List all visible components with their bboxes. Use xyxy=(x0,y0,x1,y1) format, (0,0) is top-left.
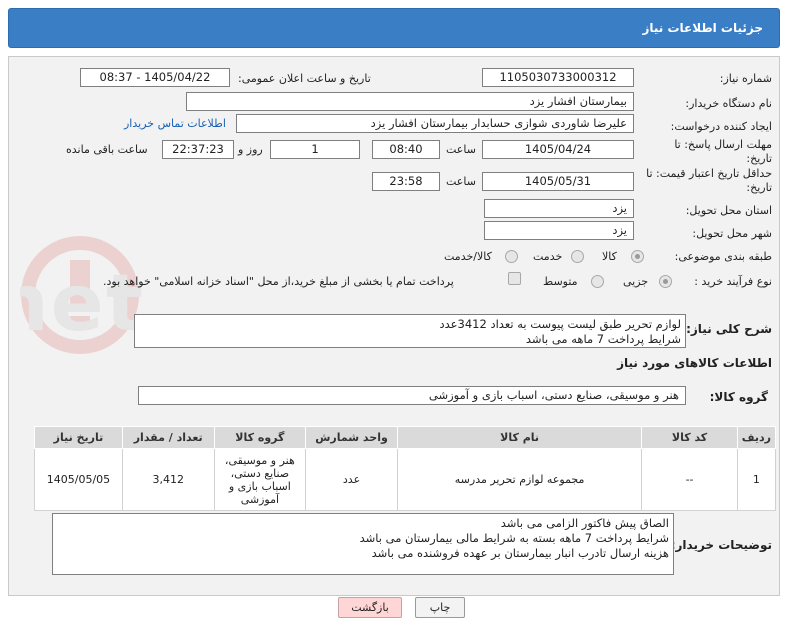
price-validity-date-value: 1405/05/31 xyxy=(482,172,634,191)
col-header-unit: واحد شمارش xyxy=(305,426,398,449)
announce-datetime-label: تاریخ و ساعت اعلان عمومی: xyxy=(238,72,371,85)
buyer-contact-link[interactable]: اطلاعات تماس خریدار xyxy=(124,117,226,130)
remaining-time-value: 22:37:23 xyxy=(162,140,234,159)
need-number-label: شماره نیاز: xyxy=(719,72,772,85)
summary-label: شرح کلی نیاز: xyxy=(686,322,772,336)
col-header-row-num: ردیف xyxy=(736,426,777,449)
items-table: ردیف کد کالا نام کالا واحد شمارش گروه کا… xyxy=(34,426,777,511)
category-radio-service[interactable] xyxy=(571,250,584,263)
deadline-label: مهلت ارسال پاسخ: تا تاریخ: xyxy=(674,138,772,165)
days-value: 1 xyxy=(270,140,360,159)
back-button[interactable]: بازگشت xyxy=(338,597,402,618)
buyer-notes-textarea[interactable]: الصاق پیش فاکتور الزامی می باشد شرایط پر… xyxy=(52,513,674,575)
province-label: استان محل تحویل: xyxy=(685,204,772,217)
cell-name: مجموعه لوازم تحریر مدرسه xyxy=(396,448,643,511)
buyer-notes-label: توضیحات خریدار: xyxy=(670,538,772,552)
goods-group-value: هنر و موسیقی، صنایع دستی، اسباب بازی و آ… xyxy=(138,386,686,405)
print-button[interactable]: چاپ xyxy=(415,597,465,618)
col-header-code: کد کالا xyxy=(641,426,738,449)
deadline-time-label: ساعت xyxy=(446,143,476,156)
price-validity-label: حداقل تاریخ اعتبار قیمت: تا تاریخ: xyxy=(646,167,772,194)
cell-group: هنر و موسیقی، صنایع دستی، اسباب بازی و آ… xyxy=(213,448,307,511)
process-radio-partial[interactable] xyxy=(659,275,672,288)
category-radio-goods[interactable] xyxy=(631,250,644,263)
payment-treasury-note: پرداخت تمام یا بخشی از مبلغ خرید،از محل … xyxy=(103,275,454,288)
province-value: یزد xyxy=(484,199,634,218)
col-header-date: تاریخ نیاز xyxy=(34,426,123,449)
city-value: یزد xyxy=(484,221,634,240)
process-label: نوع فرآیند خرید : xyxy=(694,275,772,288)
page-header: جزئیات اطلاعات نیاز xyxy=(8,8,780,48)
cell-date: 1405/05/05 xyxy=(34,448,123,511)
buyer-notes-line-1: الصاق پیش فاکتور الزامی می باشد xyxy=(500,516,669,530)
deadline-time-value: 08:40 xyxy=(372,140,440,159)
city-label: شهر محل تحویل: xyxy=(692,227,772,240)
creator-label: ایجاد کننده درخواست: xyxy=(670,120,772,133)
category-option-goods: کالا xyxy=(602,250,617,263)
summary-line-1: لوازم تحریر طبق لیست پیوست به تعداد 3412… xyxy=(439,317,681,331)
category-option-goods-service: کالا/خدمت xyxy=(444,250,492,263)
buyer-org-label: نام دستگاه خریدار: xyxy=(685,97,772,110)
creator-value: علیرضا شاوردی شوازی حسابدار بیمارستان اف… xyxy=(236,114,634,133)
announce-datetime-value: 1405/04/22 - 08:37 xyxy=(80,68,230,87)
process-radio-medium[interactable] xyxy=(591,275,604,288)
buyer-notes-line-3: هزینه ارسال تادرب انبار بیمارستان بر عهد… xyxy=(371,546,669,560)
process-option-medium: متوسط xyxy=(543,275,578,288)
col-header-quantity: تعداد / مقدار xyxy=(121,426,215,449)
goods-group-label: گروه کالا: xyxy=(709,390,768,404)
process-option-partial: جزیی xyxy=(623,275,649,288)
category-radio-goods-service[interactable] xyxy=(505,250,518,263)
summary-textarea[interactable]: لوازم تحریر طبق لیست پیوست به تعداد 3412… xyxy=(134,314,686,348)
cell-row-num: 1 xyxy=(736,448,777,511)
goods-info-title: اطلاعات کالاهای مورد نیاز xyxy=(617,356,772,370)
days-label: روز و xyxy=(238,143,263,156)
cell-code: -- xyxy=(641,448,738,511)
remaining-time-label: ساعت باقی مانده xyxy=(66,143,148,156)
cell-quantity: 3,412 xyxy=(121,448,215,511)
deadline-date-value: 1405/04/24 xyxy=(482,140,634,159)
page-title: جزئیات اطلاعات نیاز xyxy=(642,21,763,35)
buyer-notes-line-2: شرایط پرداخت 7 ماهه بسته به شرایط مالی ب… xyxy=(359,531,669,545)
price-validity-time-label: ساعت xyxy=(446,175,476,188)
category-label: طبقه بندی موضوعی: xyxy=(674,250,772,263)
table-header-row: ردیف کد کالا نام کالا واحد شمارش گروه کا… xyxy=(34,426,777,449)
col-header-group: گروه کالا xyxy=(213,426,307,449)
need-number-value: 1105030733000312 xyxy=(482,68,634,87)
col-header-name: نام کالا xyxy=(396,426,643,449)
summary-line-2: شرایط پرداخت 7 ماهه می باشد xyxy=(525,332,681,346)
buyer-org-value: بیمارستان افشار یزد xyxy=(186,92,634,111)
category-option-service: خدمت xyxy=(533,250,563,263)
payment-treasury-checkbox[interactable] xyxy=(508,272,521,285)
price-validity-time-value: 23:58 xyxy=(372,172,440,191)
table-row: 1 -- مجموعه لوازم تحریر مدرسه عدد هنر و … xyxy=(34,448,777,511)
cell-unit: عدد xyxy=(305,448,398,511)
